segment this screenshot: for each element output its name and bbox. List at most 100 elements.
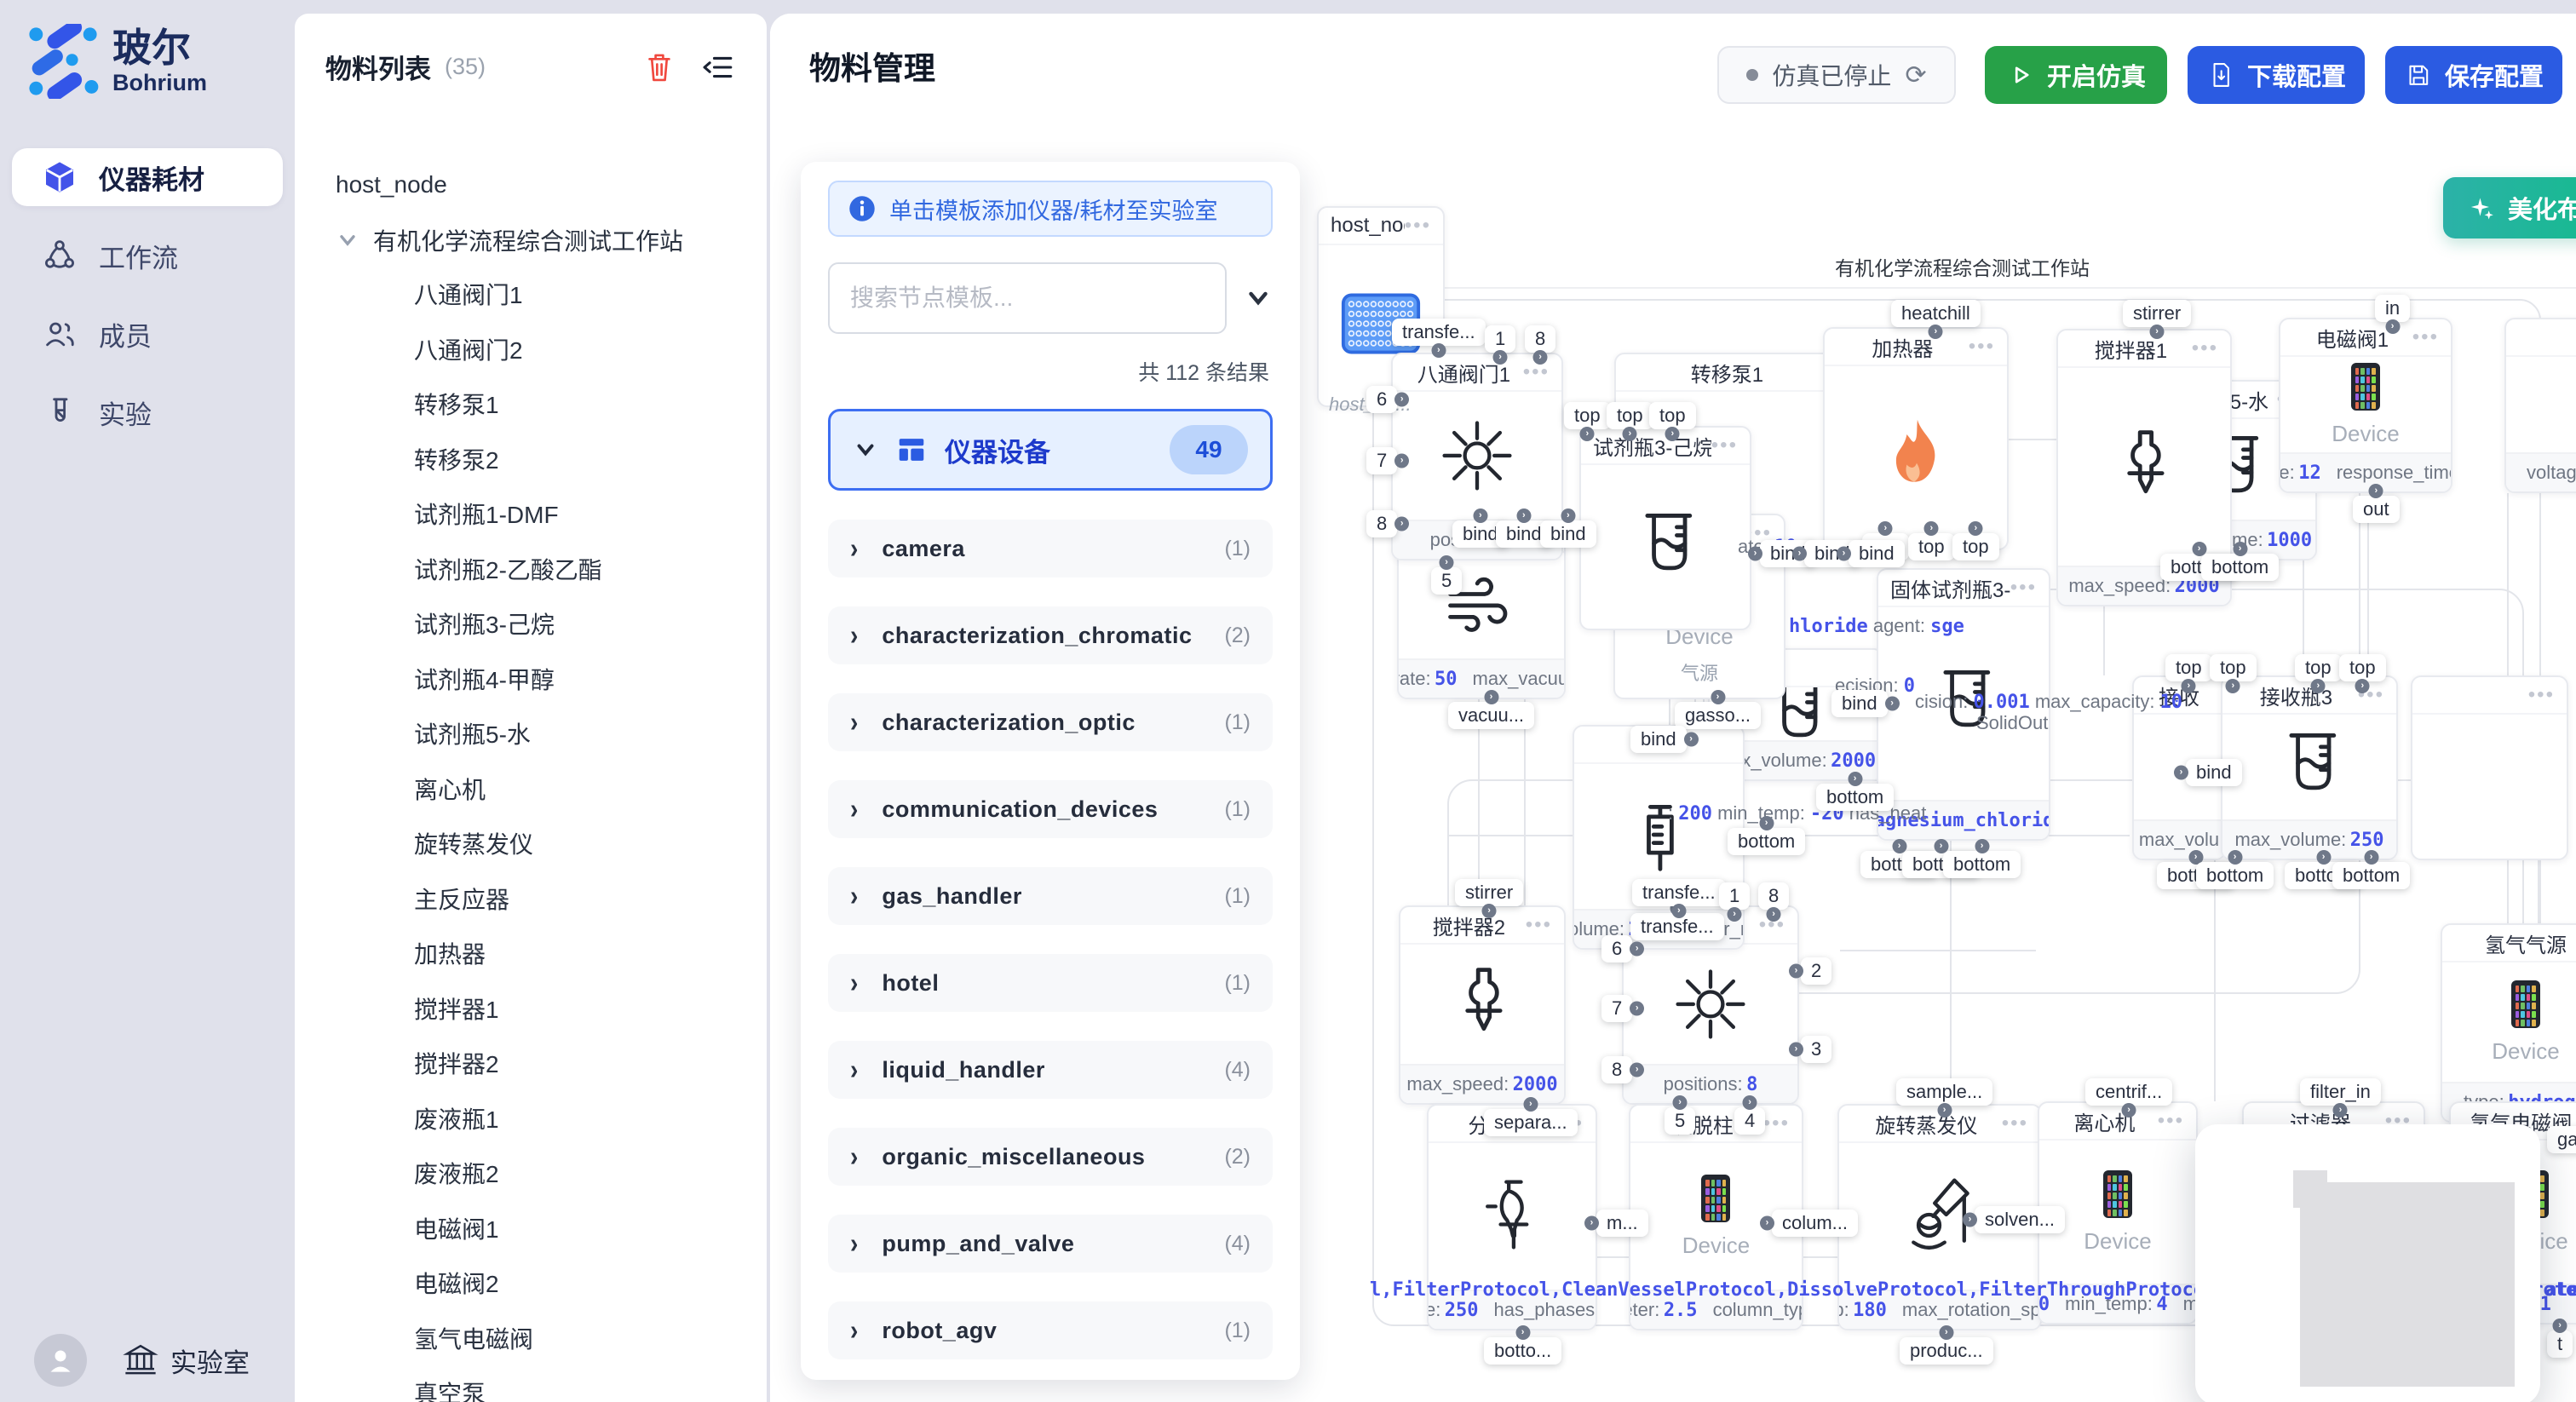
port-dot-icon[interactable]: › <box>2553 1319 2567 1333</box>
node-menu-icon[interactable]: ••• <box>1405 214 1431 238</box>
port-chip-separa[interactable]: separa...› <box>1484 1109 1578 1136</box>
tree-item[interactable]: 加热器 <box>336 928 767 983</box>
node-menu-icon[interactable]: ••• <box>1763 1112 1790 1135</box>
port-dot-icon[interactable]: › <box>1924 521 1939 536</box>
port-chip-1[interactable]: 1› <box>1485 325 1515 353</box>
port-chip-solven[interactable]: solven...› <box>1975 1206 2065 1233</box>
port-dot-icon[interactable]: › <box>2150 325 2165 339</box>
port-dot-icon[interactable]: › <box>1584 1216 1599 1231</box>
sidebar-item-2[interactable]: 成员 <box>12 305 283 363</box>
port-dot-icon[interactable]: › <box>1885 697 1900 711</box>
port-chip-heatchill[interactable]: heatchill› <box>1891 300 1981 327</box>
category-row-gas_handler[interactable]: ›gas_handler(1) <box>828 867 1273 925</box>
port-dot-icon[interactable]: › <box>1394 393 1409 407</box>
port-dot-icon[interactable]: › <box>1963 1213 1977 1227</box>
port-chip-8[interactable]: 8› <box>1758 882 1789 910</box>
sidebar-item-3[interactable]: 实验 <box>12 383 283 441</box>
port-dot-icon[interactable]: › <box>1743 1095 1757 1110</box>
port-dot-icon[interactable]: › <box>1748 547 1762 561</box>
port-dot-icon[interactable]: › <box>2228 850 2242 865</box>
tree-item[interactable]: 八通阀门1 <box>336 268 767 324</box>
port-chip-gasso[interactable]: gasso...› <box>2547 1126 2576 1153</box>
tree-item[interactable]: 电磁阀1 <box>336 1203 767 1258</box>
port-dot-icon[interactable]: › <box>1671 904 1686 918</box>
port-chip-gasso[interactable]: gasso...› <box>1675 702 1761 729</box>
download-config-button[interactable]: 下载配置 <box>2188 46 2365 104</box>
tree-item-host-node[interactable]: host_node <box>336 158 767 212</box>
delete-icon[interactable] <box>641 49 678 86</box>
tree-item[interactable]: 废液瓶2 <box>336 1147 767 1203</box>
category-row-organic_miscellaneous[interactable]: ›organic_miscellaneous(2) <box>828 1128 1273 1186</box>
port-chip-8[interactable]: 8› <box>1601 1056 1632 1083</box>
port-chip-bind[interactable]: bind› <box>1630 726 1687 753</box>
port-dot-icon[interactable]: › <box>2355 679 2370 693</box>
canvas-node-加热器[interactable]: 加热器••• <box>1823 327 2009 550</box>
port-chip-top[interactable]: top› <box>2295 654 2342 681</box>
port-dot-icon[interactable]: › <box>1929 325 1943 339</box>
tree-item[interactable]: 主反应器 <box>336 873 767 928</box>
port-dot-icon[interactable]: › <box>1431 343 1446 358</box>
port-chip-7[interactable]: 7› <box>1366 447 1397 474</box>
port-chip-filter_in[interactable]: filter_in› <box>2300 1078 2381 1106</box>
port-dot-icon[interactable]: › <box>1482 904 1497 918</box>
port-dot-icon[interactable]: › <box>1630 1002 1644 1016</box>
category-row-robot_agv[interactable]: ›robot_agv(1) <box>828 1301 1273 1359</box>
collapse-tree-icon[interactable] <box>699 49 736 86</box>
avatar[interactable] <box>34 1334 87 1387</box>
port-dot-icon[interactable]: › <box>2316 850 2331 865</box>
beautify-layout-button[interactable]: 美化布局 <box>2443 177 2576 238</box>
port-chip-bottom[interactable]: bottom› <box>1728 828 1805 855</box>
category-group-equipment[interactable]: 仪器设备 49 <box>828 409 1273 491</box>
port-chip-sample[interactable]: sample...› <box>1896 1078 1992 1106</box>
port-chip-bind[interactable]: bind› <box>1540 520 1596 548</box>
port-chip-bind[interactable]: bind› <box>1831 690 1888 717</box>
canvas-node-氢气气源[interactable]: 氢气气源Device_type: hydrogen <box>2441 923 2576 1123</box>
port-dot-icon[interactable]: › <box>1473 509 1487 523</box>
port-dot-icon[interactable]: › <box>1533 350 1548 365</box>
port-chip-7[interactable]: 7› <box>1601 995 1632 1022</box>
port-dot-icon[interactable]: › <box>1837 547 1851 561</box>
port-chip-bind[interactable]: bind› <box>2186 759 2242 786</box>
port-chip-1[interactable]: 1› <box>1719 882 1750 910</box>
port-dot-icon[interactable]: › <box>1516 509 1531 523</box>
port-dot-icon[interactable]: › <box>1523 1097 1538 1112</box>
port-chip-5[interactable]: 5› <box>1665 1107 1695 1135</box>
node-menu-icon[interactable]: ••• <box>2002 1112 2028 1135</box>
tree-item[interactable]: 转移泵1 <box>336 378 767 434</box>
port-dot-icon[interactable]: › <box>2311 679 2326 693</box>
port-chip-bottom[interactable]: bottom› <box>2196 862 2274 889</box>
tree-item[interactable]: 试剂瓶4-甲醇 <box>336 653 767 709</box>
canvas-node-搅拌器2[interactable]: 搅拌器2•••max_speed: 2000 <box>1399 905 1566 1105</box>
port-dot-icon[interactable]: › <box>1792 547 1807 561</box>
port-chip-top[interactable]: top› <box>1649 402 1696 429</box>
port-dot-icon[interactable]: › <box>1630 942 1644 957</box>
port-chip-top[interactable]: top› <box>1607 402 1653 429</box>
simulation-status-pill[interactable]: 仿真已停止 ⟳ <box>1717 46 1956 104</box>
port-dot-icon[interactable]: › <box>1440 555 1454 570</box>
node-menu-icon[interactable]: ••• <box>2412 325 2439 349</box>
node-menu-icon[interactable]: ••• <box>1523 360 1550 384</box>
port-chip-3[interactable]: 3› <box>1801 1036 1831 1063</box>
port-chip-2[interactable]: 2› <box>1801 957 1831 985</box>
port-dot-icon[interactable]: › <box>2385 319 2400 334</box>
port-chip-8[interactable]: 8› <box>1525 325 1555 353</box>
port-chip-stirrer[interactable]: stirrer› <box>1455 879 1523 906</box>
port-chip-bottom[interactable]: bottom› <box>2201 554 2279 581</box>
port-chip-5[interactable]: 5› <box>1431 567 1462 595</box>
sidebar-item-1[interactable]: 工作流 <box>12 227 283 284</box>
port-dot-icon[interactable]: › <box>1711 690 1725 704</box>
port-chip-m[interactable]: m...› <box>1596 1210 1648 1237</box>
port-dot-icon[interactable]: › <box>1767 907 1781 922</box>
canvas-node-untitled[interactable]: ••• <box>2411 675 2568 860</box>
start-simulation-button[interactable]: 开启仿真 <box>1985 46 2167 104</box>
port-chip-colum[interactable]: colum...› <box>1772 1210 1858 1237</box>
canvas-node-试剂瓶3-己烷[interactable]: 试剂瓶3-己烷••• <box>1579 426 1751 630</box>
chevron-down-icon[interactable] <box>1244 284 1273 313</box>
tree-item[interactable]: 试剂瓶1-DMF <box>336 488 767 543</box>
tree-item[interactable]: 搅拌器1 <box>336 983 767 1038</box>
port-dot-icon[interactable]: › <box>1789 1043 1803 1057</box>
node-menu-icon[interactable]: ••• <box>2010 576 2037 600</box>
port-dot-icon[interactable]: › <box>1939 1325 1953 1340</box>
port-dot-icon[interactable]: › <box>2226 679 2240 693</box>
port-dot-icon[interactable]: › <box>1580 427 1595 441</box>
